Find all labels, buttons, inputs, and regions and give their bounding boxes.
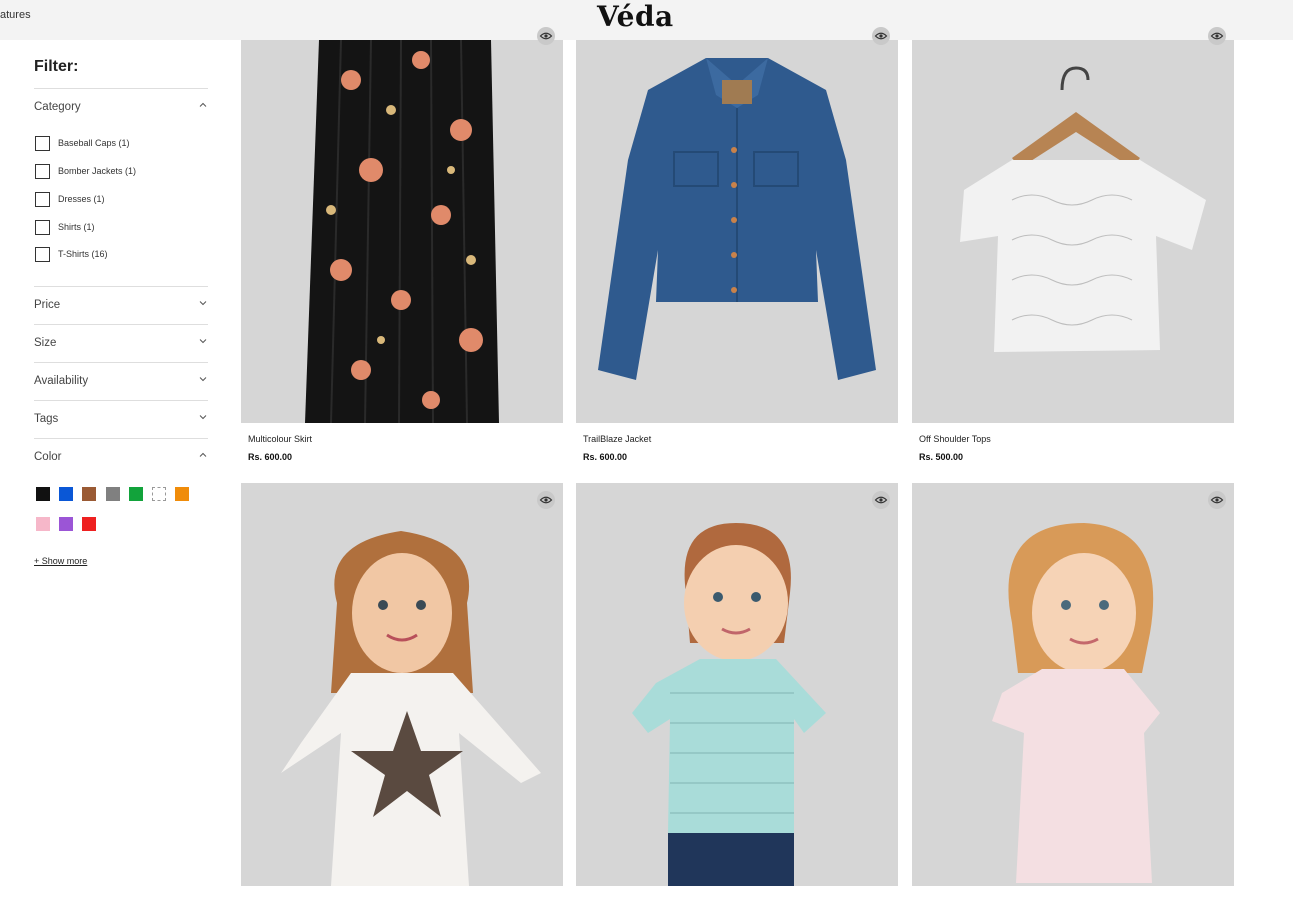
checkbox[interactable] — [35, 164, 50, 179]
chevron-up-icon — [199, 102, 207, 107]
divider — [34, 286, 208, 287]
divider — [34, 438, 208, 439]
product-card[interactable]: TrailBlaze Jacket Rs. 600.00 — [576, 27, 898, 470]
eye-icon[interactable] — [872, 491, 890, 509]
checkbox[interactable] — [35, 136, 50, 151]
category-option-label: Bomber Jackets (1) — [58, 166, 137, 176]
color-swatch[interactable] — [36, 487, 50, 501]
category-accordion-header[interactable]: Category — [34, 101, 208, 121]
color-swatch[interactable] — [105, 487, 120, 501]
size-label: Size — [34, 337, 57, 349]
checkbox[interactable] — [35, 192, 50, 207]
category-option-baseball-caps[interactable]: Baseball Caps (1) — [34, 136, 208, 152]
brand-logo[interactable]: Véda — [597, 0, 674, 40]
product-name[interactable]: TrailBlaze Jacket — [583, 434, 651, 444]
availability-label: Availability — [34, 375, 89, 387]
chevron-down-icon — [199, 377, 207, 382]
nav-link-features[interactable]: atures — [0, 9, 31, 21]
color-accordion-header[interactable]: Color — [34, 451, 208, 471]
category-option-dresses[interactable]: Dresses (1) — [34, 192, 208, 208]
category-option-label: Dresses (1) — [58, 194, 105, 204]
divider — [34, 324, 208, 325]
checkbox[interactable] — [35, 220, 50, 235]
tags-label: Tags — [34, 413, 59, 425]
skirt-image — [241, 40, 563, 423]
eye-icon[interactable] — [537, 27, 555, 45]
product-image-striped-tshirt[interactable] — [576, 483, 898, 886]
child-star-tshirt-image — [241, 483, 563, 886]
product-name[interactable]: Multicolour Skirt — [248, 434, 312, 444]
filter-title: Filter: — [34, 58, 79, 75]
product-image-pink-top[interactable] — [912, 483, 1234, 886]
jacket-image — [576, 40, 898, 423]
availability-accordion-header[interactable]: Availability — [34, 375, 208, 395]
color-swatch[interactable] — [152, 487, 166, 501]
eye-icon[interactable] — [1208, 27, 1226, 45]
price-label: Price — [34, 299, 61, 311]
child-striped-tshirt-image — [576, 483, 898, 886]
category-label: Category — [34, 101, 81, 113]
color-swatch[interactable] — [128, 487, 143, 501]
product-image-jacket[interactable] — [576, 40, 898, 423]
product-card[interactable]: Off Shoulder Tops Rs. 500.00 — [912, 27, 1234, 470]
color-swatch[interactable] — [82, 487, 97, 501]
product-image-star-tshirt[interactable] — [241, 483, 563, 886]
product-name[interactable]: Off Shoulder Tops — [919, 434, 991, 444]
product-price: Rs. 500.00 — [919, 452, 964, 462]
tags-accordion-header[interactable]: Tags — [34, 413, 208, 433]
eye-icon[interactable] — [537, 491, 555, 509]
divider — [34, 400, 208, 401]
color-swatch[interactable] — [36, 517, 50, 531]
size-accordion-header[interactable]: Size — [34, 337, 208, 357]
color-swatch[interactable] — [59, 517, 74, 531]
color-swatch[interactable] — [175, 487, 190, 501]
color-swatch[interactable] — [82, 517, 97, 531]
chevron-down-icon — [199, 301, 207, 306]
product-image-skirt[interactable] — [241, 40, 563, 423]
top-bar: atures Véda — [0, 0, 1293, 40]
product-card[interactable] — [912, 483, 1234, 886]
product-card[interactable] — [241, 483, 563, 886]
divider — [34, 362, 208, 363]
chevron-down-icon — [199, 415, 207, 420]
chevron-down-icon — [199, 339, 207, 344]
color-swatch[interactable] — [59, 487, 74, 501]
category-option-bomber-jackets[interactable]: Bomber Jackets (1) — [34, 164, 208, 180]
category-option-label: T-Shirts (16) — [58, 249, 108, 259]
category-option-t-shirts[interactable]: T-Shirts (16) — [34, 247, 208, 263]
show-more-colors-link[interactable]: + Show more — [34, 556, 87, 566]
product-price: Rs. 600.00 — [583, 452, 628, 462]
category-option-shirts[interactable]: Shirts (1) — [34, 220, 208, 236]
checkbox[interactable] — [35, 247, 50, 262]
top-image — [912, 40, 1234, 423]
product-card[interactable] — [576, 483, 898, 886]
category-option-label: Baseball Caps (1) — [58, 138, 130, 148]
eye-icon[interactable] — [1208, 491, 1226, 509]
eye-icon[interactable] — [872, 27, 890, 45]
chevron-up-icon — [199, 452, 207, 457]
child-pink-top-image — [912, 483, 1234, 886]
divider — [34, 88, 208, 89]
product-price: Rs. 600.00 — [248, 452, 293, 462]
price-accordion-header[interactable]: Price — [34, 299, 208, 319]
category-option-label: Shirts (1) — [58, 222, 95, 232]
color-label: Color — [34, 451, 62, 463]
product-card[interactable]: Multicolour Skirt Rs. 600.00 — [241, 27, 563, 470]
product-image-top[interactable] — [912, 40, 1234, 423]
